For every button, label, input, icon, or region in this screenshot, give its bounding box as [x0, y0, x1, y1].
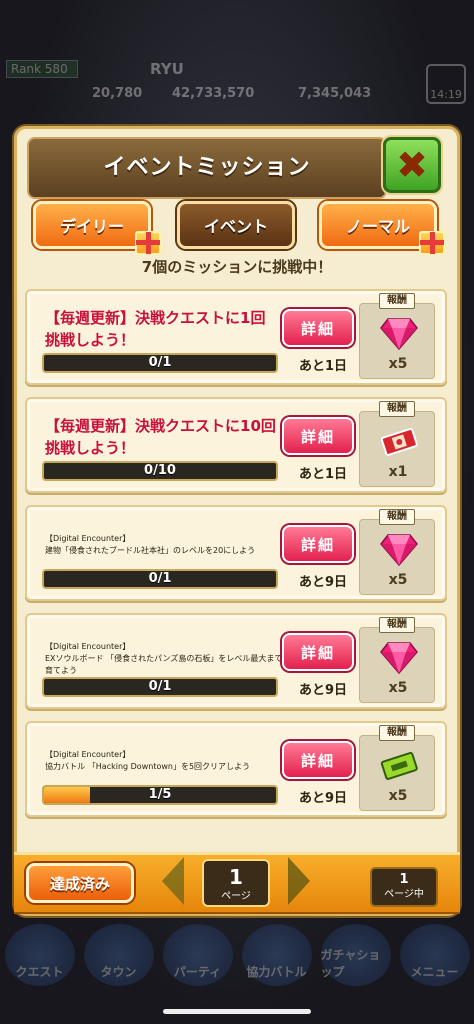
mission-card: 【毎週更新】決戦クエストに10回挑戦しよう！ 0/10 詳細あと1日 x1 報酬 — [25, 397, 447, 493]
top-status-bar: Rank 580 RYU 20,780 42,733,570 7,345,043… — [0, 56, 474, 108]
coin-count: 42,733,570 — [172, 86, 255, 101]
mission-progress-text: 1/5 — [148, 787, 172, 802]
reward-quantity: x5 — [388, 572, 408, 588]
reward-quantity: x1 — [388, 464, 408, 480]
prev-page-arrow-icon[interactable] — [162, 857, 184, 905]
mission-title: 【Digital Encounter】 協力バトル 「Hacking Downt… — [45, 750, 251, 771]
reward-label: 報酬 — [379, 725, 415, 741]
tab-event[interactable]: イベント — [177, 201, 295, 249]
mission-card: 【Digital Encounter】 建物「侵食されたブードル社本社」のレベル… — [25, 505, 447, 601]
detail-button[interactable]: 詳細 — [282, 633, 354, 671]
close-button[interactable]: ✖ — [383, 137, 441, 193]
clock-display: 14:19 — [426, 64, 466, 104]
current-page-unit: ページ — [221, 891, 251, 902]
current-page-indicator: 1 ページ — [202, 859, 270, 907]
nav-coop-battle: 協力バトル — [241, 924, 312, 986]
reward-label: 報酬 — [379, 617, 415, 633]
tab-event-label: イベント — [203, 217, 268, 236]
time-remaining: あと9日 — [299, 791, 348, 806]
reward-box: x5 — [359, 735, 435, 811]
reward-box: x5 — [359, 303, 435, 379]
gift-icon — [419, 231, 445, 255]
mission-progress-bar: 0/1 — [42, 353, 278, 373]
total-pages-number: 1 — [399, 872, 409, 887]
detail-button[interactable]: 詳細 — [282, 309, 354, 347]
reward-quantity: x5 — [388, 680, 408, 696]
point-count: 7,345,043 — [298, 86, 372, 101]
completed-missions-button[interactable]: 達成済み — [26, 863, 134, 903]
mission-title: 【毎週更新】決戦クエストに10回挑戦しよう！ — [45, 417, 276, 457]
mission-progress-bar: 0/1 — [42, 677, 278, 697]
mission-title: 【Digital Encounter】 建物「侵食されたブードル社本社」のレベル… — [45, 534, 256, 555]
detail-button[interactable]: 詳細 — [282, 525, 354, 563]
tab-daily-label: デイリー — [59, 217, 124, 236]
time-remaining: あと9日 — [299, 575, 348, 590]
panel-header: イベントミッション — [27, 137, 387, 199]
mission-progress-text: 0/1 — [148, 571, 172, 586]
player-name: RYU — [150, 60, 184, 78]
nav-menu: メニュー — [399, 924, 470, 986]
home-indicator — [163, 1009, 311, 1014]
total-pages-indicator: 1 ページ中 — [370, 867, 438, 907]
next-page-arrow-icon[interactable] — [288, 857, 310, 905]
reward-quantity: x5 — [388, 788, 408, 804]
reward-box: x1 — [359, 411, 435, 487]
reward-label: 報酬 — [379, 293, 415, 309]
mission-progress-bar: 0/1 — [42, 569, 278, 589]
detail-button[interactable]: 詳細 — [282, 417, 354, 455]
mission-card: 【Digital Encounter】 協力バトル 「Hacking Downt… — [25, 721, 447, 817]
time-remaining: あと9日 — [299, 683, 348, 698]
mission-progress-bar: 0/10 — [42, 461, 278, 481]
bottom-navigation: クエスト タウン パーティ 協力バトル ガチャショップ メニュー — [0, 920, 474, 990]
reward-quantity: x5 — [388, 356, 408, 372]
pagination-footer: 達成済み 1 ページ 1 ページ中 — [14, 852, 460, 914]
tab-normal-label: ノーマル — [345, 217, 410, 236]
nav-quest: クエスト — [4, 924, 75, 986]
nav-party: パーティ — [162, 924, 233, 986]
reward-box: x5 — [359, 519, 435, 595]
green-ticket-icon — [380, 748, 418, 782]
mission-title: 【毎週更新】決戦クエストに1回挑戦しよう！ — [45, 309, 266, 349]
challenge-count-text: 7個のミッションに挑戦中！ — [141, 258, 333, 276]
gem-icon — [380, 640, 418, 675]
mission-progress-text: 0/1 — [148, 679, 172, 694]
mission-progress-text: 0/1 — [148, 355, 172, 370]
ticket-icon — [380, 424, 418, 458]
panel-title: イベントミッション — [103, 155, 311, 180]
nav-gacha-shop: ガチャショップ — [320, 924, 391, 986]
current-page-number: 1 — [229, 865, 243, 889]
mission-card: 【Digital Encounter】 EXソウルボード 「侵食されたパンズ島の… — [25, 613, 447, 709]
detail-button[interactable]: 詳細 — [282, 741, 354, 779]
mission-card: 【毎週更新】決戦クエストに1回挑戦しよう！ 0/1 詳細あと1日 x5 報酬 — [25, 289, 447, 385]
close-icon: ✖ — [396, 143, 428, 187]
game-screen: Rank 580 RYU 20,780 42,733,570 7,345,043… — [0, 0, 474, 1024]
time-remaining: あと1日 — [299, 359, 348, 374]
gift-icon — [135, 231, 161, 255]
event-mission-panel: イベントミッション ✖ デイリー イベント ノーマル 7個のミッションに挑戦中！… — [14, 126, 460, 916]
reward-label: 報酬 — [379, 401, 415, 417]
tab-daily[interactable]: デイリー — [33, 201, 151, 249]
nav-town: タウン — [83, 924, 154, 986]
gem-count: 20,780 — [92, 86, 143, 101]
mission-title: 【Digital Encounter】 EXソウルボード 「侵食されたパンズ島の… — [45, 642, 283, 675]
gem-icon — [380, 532, 418, 567]
time-remaining: あと1日 — [299, 467, 348, 482]
mission-progress-bar: 1/5 — [42, 785, 278, 805]
reward-box: x5 — [359, 627, 435, 703]
mission-progress-text: 0/10 — [144, 463, 176, 478]
gem-icon — [380, 316, 418, 351]
total-pages-unit: ページ中 — [384, 889, 424, 900]
reward-label: 報酬 — [379, 509, 415, 525]
rank-badge: Rank 580 — [6, 60, 78, 78]
